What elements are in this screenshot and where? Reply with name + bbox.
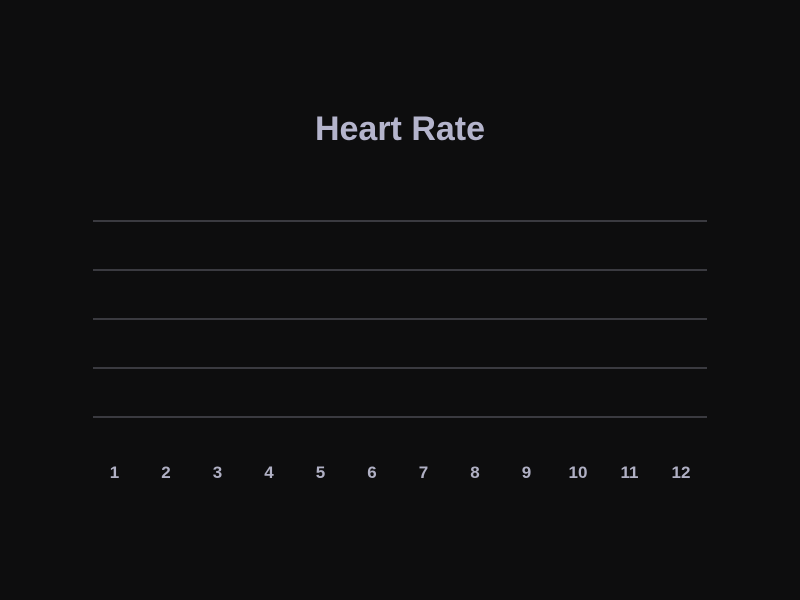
- x-tick-label: 1: [110, 463, 119, 482]
- x-tick-label: 12: [672, 463, 691, 482]
- x-tick-label: 5: [316, 463, 325, 482]
- gridlines: [93, 220, 707, 418]
- x-tick-label: 6: [367, 463, 376, 482]
- chart-title: Heart Rate: [315, 110, 485, 148]
- x-tick-label: 8: [470, 463, 479, 482]
- chart: Heart Rate 1 2 3 4 5 6 7 8 9 10 11 12: [93, 110, 707, 482]
- x-tick-label: 2: [161, 463, 170, 482]
- x-tick-label: 11: [621, 463, 639, 482]
- x-axis-tick-labels: 1 2 3 4 5 6 7 8 9 10 11 12: [110, 463, 691, 482]
- x-tick-label: 10: [569, 463, 588, 482]
- x-tick-label: 7: [419, 463, 428, 482]
- x-tick-label: 9: [522, 463, 531, 482]
- x-tick-label: 4: [264, 463, 274, 482]
- x-tick-label: 3: [213, 463, 222, 482]
